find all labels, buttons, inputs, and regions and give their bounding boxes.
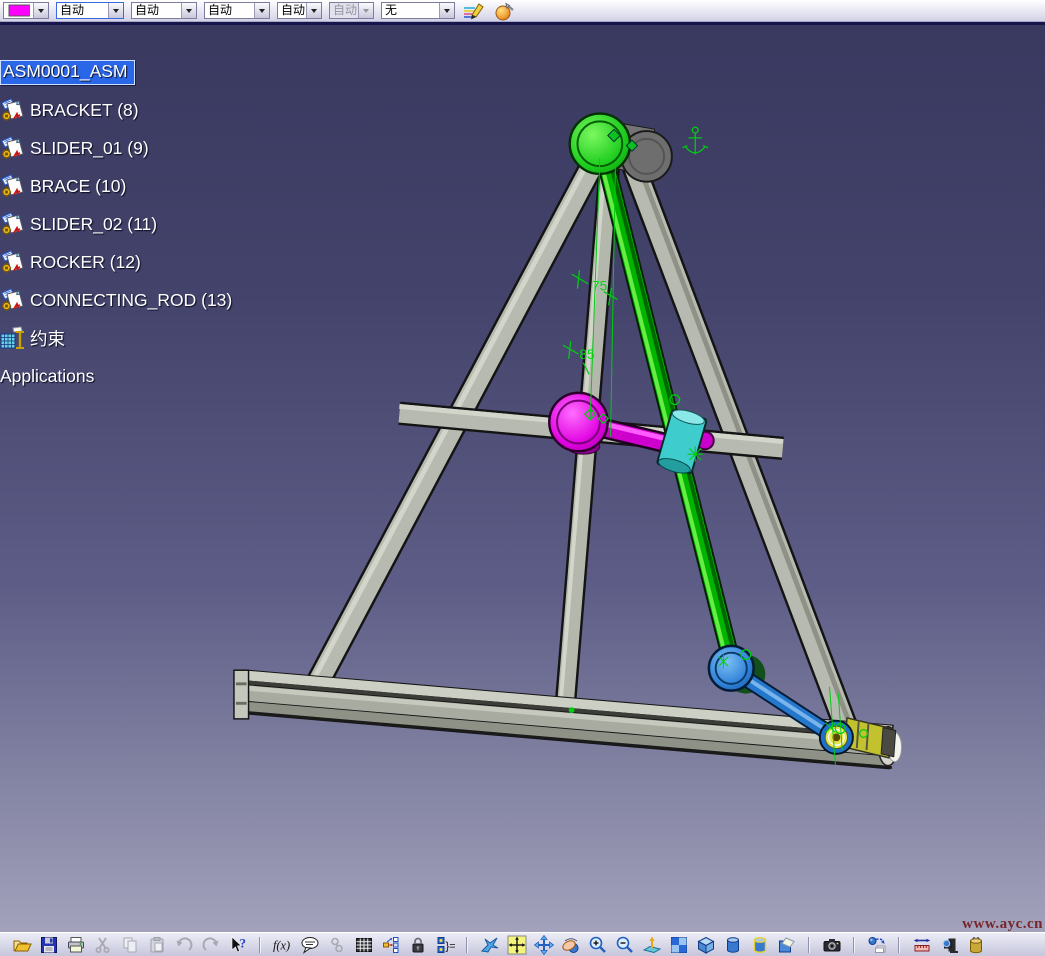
- line-weight-value: 自动: [132, 3, 181, 18]
- comment-icon[interactable]: [299, 934, 320, 955]
- relations-icon[interactable]: }=: [434, 934, 455, 955]
- save-icon[interactable]: [38, 934, 59, 955]
- line-weight-combo[interactable]: 自动: [131, 2, 197, 19]
- line-type-value: 自动: [57, 3, 108, 18]
- open-icon[interactable]: [11, 934, 32, 955]
- fill-color-dropdown-arrow[interactable]: [33, 3, 48, 18]
- fix-anchor-symbol: [683, 127, 708, 154]
- part-document-icon: [0, 249, 26, 275]
- layer-filter-combo: 自动: [329, 2, 374, 19]
- fit-all-in-icon[interactable]: [506, 934, 527, 955]
- constraints-folder-icon: [0, 325, 26, 351]
- tree-item-label: Applications: [0, 366, 94, 387]
- graphic-properties-toolbar: 自动 自动 自动 自动 自动 无: [0, 0, 1045, 22]
- undo-icon: [173, 934, 194, 955]
- measure-item-icon[interactable]: [938, 934, 959, 955]
- tree-item-constraints[interactable]: 约束: [0, 319, 232, 357]
- multi-view-icon[interactable]: [668, 934, 689, 955]
- capture-icon[interactable]: [821, 934, 842, 955]
- standard-toolbar: ? f(x) }=: [0, 932, 1045, 956]
- zoom-in-icon[interactable]: [587, 934, 608, 955]
- tree-item-asm0001-root[interactable]: ASM0001_ASM: [0, 53, 232, 91]
- zoom-out-icon[interactable]: [614, 934, 635, 955]
- offset-dimension-75: 75: [592, 279, 607, 294]
- tree-item-connecting-rod[interactable]: CONNECTING_ROD (13): [0, 281, 232, 319]
- lock-icon[interactable]: [407, 934, 428, 955]
- shading-with-edges-icon[interactable]: [749, 934, 770, 955]
- svg-text:?: ?: [239, 935, 246, 950]
- layer-filter-dropdown-arrow: [358, 3, 373, 18]
- link-icon: [326, 934, 347, 955]
- tree-item-bracket[interactable]: BRACKET (8): [0, 91, 232, 129]
- layer-dropdown-arrow[interactable]: [306, 3, 321, 18]
- pan-icon[interactable]: [533, 934, 554, 955]
- layer-combo[interactable]: 自动: [277, 2, 322, 19]
- hide-show-icon[interactable]: [776, 934, 797, 955]
- rotate-icon[interactable]: [560, 934, 581, 955]
- tree-item-slider-01[interactable]: SLIDER_01 (9): [0, 129, 232, 167]
- point-symbol-value: 自动: [205, 3, 254, 18]
- tree-item-label: SLIDER_02 (11): [30, 214, 157, 235]
- what-is-this-icon[interactable]: ?: [227, 934, 248, 955]
- fill-color-swatch: [4, 3, 33, 18]
- line-type-combo[interactable]: 自动: [56, 2, 124, 19]
- point-symbol-dropdown-arrow[interactable]: [254, 3, 269, 18]
- layer-filter-value: 自动: [330, 3, 358, 18]
- part-document-icon: [0, 287, 26, 313]
- copy-icon: [119, 934, 140, 955]
- formula-icon[interactable]: f(x): [272, 934, 293, 955]
- design-table-icon[interactable]: [353, 934, 374, 955]
- toolbar-separator: [259, 937, 261, 953]
- catalog-icon[interactable]: [380, 934, 401, 955]
- render-style-dropdown-arrow[interactable]: [439, 3, 454, 18]
- redo-icon: [200, 934, 221, 955]
- tree-item-label: 约束: [30, 326, 65, 351]
- line-type-dropdown-arrow[interactable]: [108, 3, 123, 18]
- fill-color-combo[interactable]: [3, 2, 49, 19]
- part-document-icon: [0, 173, 26, 199]
- tree-item-label: CONNECTING_ROD (13): [30, 290, 232, 311]
- render-style-combo[interactable]: 无: [381, 2, 455, 19]
- apply-material-icon[interactable]: [493, 1, 517, 21]
- graphic-painter-icon[interactable]: [462, 1, 486, 21]
- isometric-view-icon[interactable]: [695, 934, 716, 955]
- svg-text:}=: }=: [445, 940, 455, 952]
- tree-item-brace[interactable]: BRACE (10): [0, 167, 232, 205]
- part-document-icon: [0, 211, 26, 237]
- point-symbol-combo[interactable]: 自动: [204, 2, 270, 19]
- tree-root-label: ASM0001_ASM: [0, 60, 135, 85]
- layer-value: 自动: [278, 3, 306, 18]
- svg-text:f(x): f(x): [273, 938, 290, 952]
- tree-item-label: BRACE (10): [30, 176, 126, 197]
- tree-item-label: ROCKER (12): [30, 252, 141, 273]
- tree-item-rocker[interactable]: ROCKER (12): [0, 243, 232, 281]
- line-weight-dropdown-arrow[interactable]: [181, 3, 196, 18]
- toolbar-separator: [853, 937, 855, 953]
- tree-item-applications[interactable]: Applications: [0, 357, 232, 395]
- measure-between-icon[interactable]: [911, 934, 932, 955]
- record-simulation-icon[interactable]: [866, 934, 887, 955]
- cut-icon: [92, 934, 113, 955]
- watermark: www.ayc.cn: [962, 916, 1043, 932]
- toolbar-separator: [808, 937, 810, 953]
- print-icon[interactable]: [65, 934, 86, 955]
- measure-inertia-icon[interactable]: [965, 934, 986, 955]
- tree-item-slider-02[interactable]: SLIDER_02 (11): [0, 205, 232, 243]
- paste-icon: [146, 934, 167, 955]
- offset-dimension-85: 85: [579, 347, 594, 362]
- fly-mode-icon[interactable]: [479, 934, 500, 955]
- part-document-icon: [0, 135, 26, 161]
- tree-item-label: BRACKET (8): [30, 100, 139, 121]
- 3d-viewport[interactable]: 75 85 ASM0001_ASM BRACKET: [0, 25, 1045, 932]
- tree-item-label: SLIDER_01 (9): [30, 138, 149, 159]
- specification-tree: ASM0001_ASM BRACKET (8) SLIDER_01 (9) BR…: [0, 53, 232, 395]
- shading-icon[interactable]: [722, 934, 743, 955]
- toolbar-separator: [898, 937, 900, 953]
- render-style-value: 无: [382, 3, 439, 18]
- toolbar-separator: [466, 937, 468, 953]
- part-document-icon: [0, 97, 26, 123]
- normal-view-icon[interactable]: [641, 934, 662, 955]
